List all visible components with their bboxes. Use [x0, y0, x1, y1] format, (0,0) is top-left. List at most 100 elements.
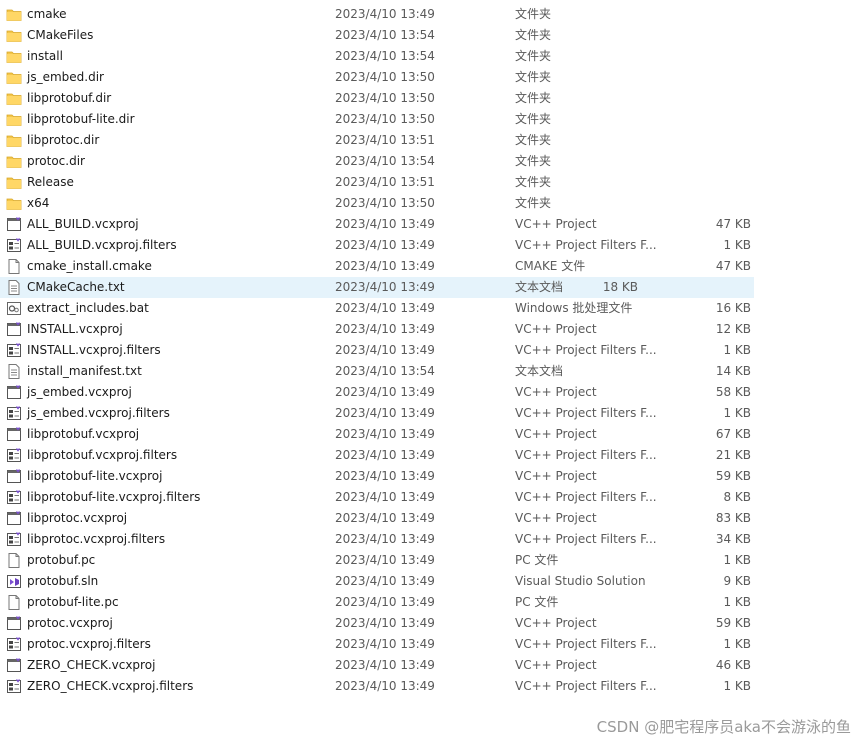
file-row[interactable]: Release 2023/4/10 13:51 文件夹	[0, 172, 867, 193]
blank-file-icon	[6, 595, 22, 610]
file-row[interactable]: INSTALL.vcxproj.filters 2023/4/10 13:49 VC…	[0, 340, 867, 361]
file-row[interactable]: CMakeCache.txt 2023/4/10 13:49 文本文档 18 KB	[0, 277, 754, 298]
file-modified-date: 2023/4/10 13:50	[335, 112, 435, 126]
watermark: CSDN @肥宅程序员aka不会游泳的鱼	[596, 718, 851, 736]
file-modified-date: 2023/4/10 13:49	[335, 7, 435, 21]
file-row[interactable]: extract_includes.bat 2023/4/10 13:49 Windo…	[0, 298, 867, 319]
file-row[interactable]: cmake 2023/4/10 13:49 文件夹	[0, 4, 867, 25]
file-name: protoc.vcxproj.filters	[27, 637, 151, 651]
file-row[interactable]: protobuf.pc 2023/4/10 13:49 PC 文件 1 KB	[0, 550, 867, 571]
filters-icon	[6, 679, 22, 694]
file-type: 文件夹	[515, 28, 552, 42]
file-row[interactable]: libprotobuf.vcxproj.filters 2023/4/10 13:…	[0, 445, 867, 466]
file-modified-date: 2023/4/10 13:54	[335, 364, 435, 378]
file-size: 1 KB	[723, 238, 751, 252]
file-row[interactable]: x64 2023/4/10 13:50 文件夹	[0, 193, 867, 214]
file-type: 文件夹	[515, 91, 552, 105]
file-type: VC++ Project	[515, 511, 597, 525]
file-name: libprotobuf-lite.dir	[27, 112, 135, 126]
file-modified-date: 2023/4/10 13:49	[335, 280, 435, 294]
file-row[interactable]: libprotobuf.dir 2023/4/10 13:50 文件夹	[0, 88, 867, 109]
file-size: 46 KB	[715, 658, 751, 672]
blank-file-icon	[6, 259, 22, 274]
file-row[interactable]: install_manifest.txt 2023/4/10 13:54 文本文档 1…	[0, 361, 867, 382]
folder-icon	[6, 7, 22, 22]
file-row[interactable]: js_embed.vcxproj.filters 2023/4/10 13:49 V…	[0, 403, 867, 424]
file-size: 18 KB	[602, 280, 638, 294]
file-type: VC++ Project Filters F...	[515, 238, 657, 252]
file-modified-date: 2023/4/10 13:50	[335, 70, 435, 84]
file-modified-date: 2023/4/10 13:50	[335, 196, 435, 210]
file-row[interactable]: ZERO_CHECK.vcxproj.filters 2023/4/10 13:4…	[0, 676, 867, 697]
file-row[interactable]: protoc.vcxproj 2023/4/10 13:49 VC++ Projec…	[0, 613, 867, 634]
file-type: VC++ Project	[515, 658, 597, 672]
file-name: protobuf-lite.pc	[27, 595, 119, 609]
file-row[interactable]: libprotoc.dir 2023/4/10 13:51 文件夹	[0, 130, 867, 151]
vcxproj-icon	[6, 217, 22, 232]
file-name: ALL_BUILD.vcxproj.filters	[27, 238, 177, 252]
filters-icon	[6, 637, 22, 652]
file-size: 1 KB	[723, 406, 751, 420]
file-size: 47 KB	[715, 259, 751, 273]
file-row[interactable]: INSTALL.vcxproj 2023/4/10 13:49 VC++ Proje…	[0, 319, 867, 340]
file-modified-date: 2023/4/10 13:49	[335, 532, 435, 546]
file-name: libprotobuf-lite.vcxproj	[27, 469, 163, 483]
file-row[interactable]: libprotobuf-lite.dir 2023/4/10 13:50 文件夹	[0, 109, 867, 130]
file-row[interactable]: ZERO_CHECK.vcxproj 2023/4/10 13:49 VC++ Pr…	[0, 655, 867, 676]
file-size: 1 KB	[723, 637, 751, 651]
file-type: 文本文档	[515, 364, 564, 378]
folder-icon	[6, 196, 22, 211]
file-name: x64	[27, 196, 50, 210]
file-name: ZERO_CHECK.vcxproj	[27, 658, 156, 672]
file-size: 8 KB	[723, 490, 751, 504]
file-row[interactable]: protobuf.sln 2023/4/10 13:49 Visual Studio…	[0, 571, 867, 592]
file-row[interactable]: ALL_BUILD.vcxproj.filters 2023/4/10 13:49…	[0, 235, 867, 256]
file-row[interactable]: js_embed.vcxproj 2023/4/10 13:49 VC++ Proj…	[0, 382, 867, 403]
vcxproj-icon	[6, 616, 22, 631]
file-row[interactable]: protobuf-lite.pc 2023/4/10 13:49 PC 文件 1 KB	[0, 592, 867, 613]
file-type: 文本文档	[515, 280, 564, 294]
vcxproj-icon	[6, 658, 22, 673]
file-modified-date: 2023/4/10 13:51	[335, 175, 435, 189]
file-type: VC++ Project Filters F...	[515, 406, 657, 420]
file-row[interactable]: install 2023/4/10 13:54 文件夹	[0, 46, 867, 67]
file-row[interactable]: protoc.vcxproj.filters 2023/4/10 13:49 VC+…	[0, 634, 867, 655]
file-modified-date: 2023/4/10 13:49	[335, 637, 435, 651]
file-row[interactable]: protoc.dir 2023/4/10 13:54 文件夹	[0, 151, 867, 172]
file-size: 14 KB	[715, 364, 751, 378]
file-modified-date: 2023/4/10 13:49	[335, 217, 435, 231]
filters-icon	[6, 343, 22, 358]
file-row[interactable]: libprotoc.vcxproj 2023/4/10 13:49 VC++ Pro…	[0, 508, 867, 529]
file-modified-date: 2023/4/10 13:54	[335, 28, 435, 42]
file-row[interactable]: libprotoc.vcxproj.filters 2023/4/10 13:49…	[0, 529, 867, 550]
file-name: protoc.dir	[27, 154, 85, 168]
file-modified-date: 2023/4/10 13:49	[335, 469, 435, 483]
file-type: 文件夹	[515, 175, 552, 189]
file-row[interactable]: js_embed.dir 2023/4/10 13:50 文件夹	[0, 67, 867, 88]
file-row[interactable]: libprotobuf.vcxproj 2023/4/10 13:49 VC++ P…	[0, 424, 867, 445]
file-name: CMakeFiles	[27, 28, 94, 42]
file-row[interactable]: cmake_install.cmake 2023/4/10 13:49 CMAKE …	[0, 256, 867, 277]
folder-icon	[6, 175, 22, 190]
file-name: protobuf.sln	[27, 574, 99, 588]
file-row[interactable]: libprotobuf-lite.vcxproj 2023/4/10 13:49 V…	[0, 466, 867, 487]
file-name: extract_includes.bat	[27, 301, 149, 315]
file-type: VC++ Project	[515, 616, 597, 630]
file-type: VC++ Project Filters F...	[515, 343, 657, 357]
file-row[interactable]: ALL_BUILD.vcxproj 2023/4/10 13:49 VC++ Pro…	[0, 214, 867, 235]
file-modified-date: 2023/4/10 13:49	[335, 322, 435, 336]
file-modified-date: 2023/4/10 13:49	[335, 553, 435, 567]
blank-file-icon	[6, 553, 22, 568]
file-type: 文件夹	[515, 133, 552, 147]
filters-icon	[6, 448, 22, 463]
file-name: protoc.vcxproj	[27, 616, 113, 630]
filters-icon	[6, 532, 22, 547]
file-type: PC 文件	[515, 595, 559, 609]
file-row[interactable]: libprotobuf-lite.vcxproj.filters 2023/4/1…	[0, 487, 867, 508]
file-size: 1 KB	[723, 343, 751, 357]
file-row[interactable]: CMakeFiles 2023/4/10 13:54 文件夹	[0, 25, 867, 46]
file-type: VC++ Project Filters F...	[515, 637, 657, 651]
text-file-icon	[6, 280, 22, 295]
file-size: 1 KB	[723, 679, 751, 693]
file-modified-date: 2023/4/10 13:50	[335, 91, 435, 105]
